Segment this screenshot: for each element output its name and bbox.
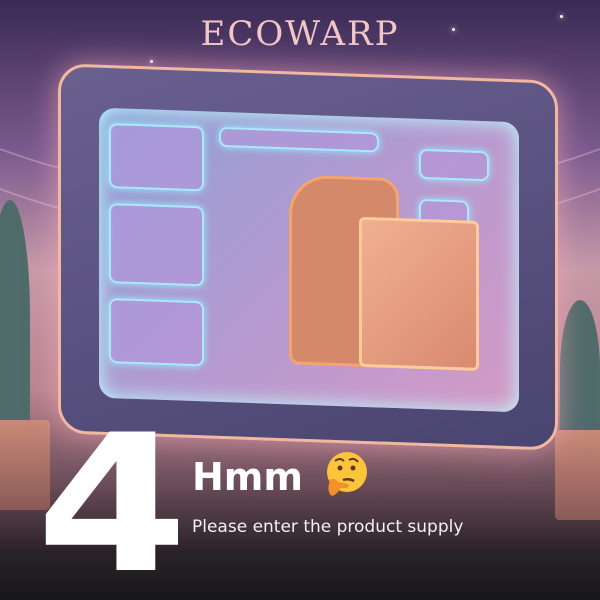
plant	[560, 300, 600, 440]
screen-panel	[109, 203, 204, 287]
box-front	[359, 216, 479, 371]
screen-panel	[109, 298, 204, 367]
subtitle: Please enter the product supply	[192, 517, 464, 537]
title: Hmm	[192, 455, 303, 499]
star	[150, 60, 153, 63]
package-box	[289, 174, 479, 371]
plant	[0, 200, 30, 430]
monitor	[58, 63, 558, 451]
thinking-face-icon	[327, 452, 367, 496]
plant-pot	[555, 430, 600, 520]
monitor-screen	[99, 107, 519, 413]
hero-illustration: ECOWARP 4 Hmm Please enter the product s…	[0, 0, 600, 600]
screen-panel	[419, 148, 489, 182]
step-number: 4	[36, 394, 189, 600]
brand-logo: ECOWARP	[200, 14, 400, 54]
screen-panel	[109, 123, 204, 192]
screen-panel	[219, 126, 379, 153]
